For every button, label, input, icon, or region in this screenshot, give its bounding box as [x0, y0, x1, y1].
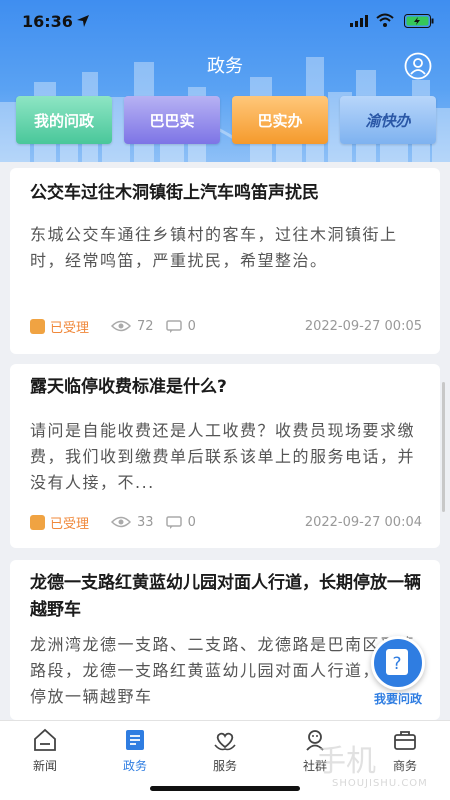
post-meta: 已受理 72 0 2022-09-27 00:05 [30, 316, 422, 336]
location-arrow-icon [77, 15, 89, 27]
view-count: 33 [111, 515, 154, 530]
header: 16:36 政务 我的问政 巴巴实 巴实办 渝快办 [0, 0, 450, 162]
post-title: 公交车过往木洞镇街上汽车鸣笛声扰民 [30, 183, 319, 203]
post-title: 露天临停收费标准是什么? [30, 377, 227, 397]
comment-count: 0 [165, 319, 196, 334]
wifi-icon [376, 13, 394, 27]
watermark: 手机 SHOUJISHU.COM [316, 744, 428, 789]
quick-link-babashi[interactable]: 巴巴实 [124, 96, 220, 144]
comment-count: 0 [165, 515, 196, 530]
eye-icon [111, 516, 132, 528]
comment-icon [165, 319, 182, 333]
post-meta: 已受理 33 0 2022-09-27 00:04 [30, 512, 422, 532]
tab-government[interactable]: 政务 [90, 727, 180, 774]
status-time: 16:36 [22, 12, 73, 31]
clipboard-check-icon [30, 318, 45, 334]
quick-link-bashiban[interactable]: 巴实办 [232, 96, 328, 144]
heart-hands-icon [214, 732, 236, 751]
status-badge: 已受理 [30, 513, 89, 532]
ask-question-button[interactable]: ? 我要问政 [368, 636, 428, 706]
ask-question-label: 我要问政 [373, 692, 422, 706]
view-count: 72 [111, 319, 154, 334]
home-indicator [150, 786, 300, 791]
comment-icon [165, 515, 182, 529]
quick-link-yukuaiban[interactable]: 渝快办 [340, 96, 436, 144]
post-body: 请问是自能收费还是人工收费？收费员现场要求缴费，我们收到缴费单后联系该单上的服务… [30, 421, 416, 492]
post-date: 2022-09-27 00:04 [304, 514, 422, 530]
tab-news[interactable]: 新闻 [0, 727, 90, 774]
scrollbar[interactable] [442, 382, 445, 512]
post-title: 龙德一支路红黄蓝幼儿园对面人行道，长期停放一辆越野车 [30, 573, 421, 620]
tab-services[interactable]: 服务 [180, 727, 270, 774]
question-document-icon: ? [386, 649, 408, 675]
user-profile-icon[interactable] [404, 52, 432, 80]
post-date: 2022-09-27 00:05 [304, 318, 422, 334]
list-item[interactable]: 公交车过往木洞镇街上汽车鸣笛声扰民 东城公交车通往乡镇村的客车，过往木洞镇街上时… [10, 168, 440, 354]
page-title: 政务 [207, 56, 243, 77]
cellular-signal-icon [350, 15, 368, 27]
status-bar: 16:36 [0, 0, 450, 44]
post-body: 东城公交车通往乡镇村的客车，过往木洞镇街上时，经常鸣笛，严重扰民，希望整治。 [30, 225, 398, 270]
status-badge: 已受理 [30, 317, 89, 336]
document-icon [126, 730, 144, 750]
eye-icon [111, 320, 132, 332]
svg-text:?: ? [392, 654, 401, 674]
clipboard-check-icon [30, 514, 45, 530]
battery-charging-icon [404, 14, 434, 28]
home-icon [34, 728, 56, 751]
list-item[interactable]: 露天临停收费标准是什么? 请问是自能收费还是人工收费？收费员现场要求缴费，我们收… [10, 364, 440, 548]
quick-link-my-inquiry[interactable]: 我的问政 [16, 96, 112, 144]
